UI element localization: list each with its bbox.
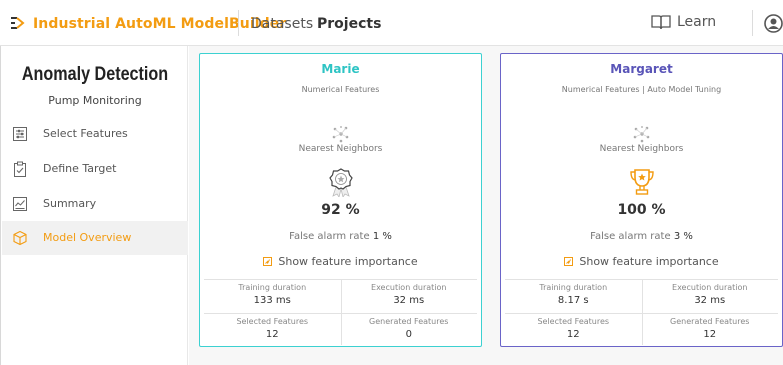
nearest-neighbors-icon: [633, 126, 650, 143]
sidebar-item-label: Define Target: [43, 162, 117, 175]
stat-generated-features: Generated Features 0: [341, 314, 478, 347]
stat-label: Training duration: [539, 283, 608, 292]
stat-selected-features: Selected Features 12: [505, 314, 642, 347]
sidebar-item-label: Summary: [43, 197, 97, 210]
false-alarm-value: 1 %: [372, 231, 392, 242]
model-score: 92 %: [321, 202, 360, 218]
nav-datasets[interactable]: Datasets: [251, 16, 313, 32]
book-icon: [651, 15, 671, 30]
false-alarm-label: False alarm rate: [590, 231, 671, 242]
false-alarm-rate: False alarm rate 3 %: [501, 231, 782, 242]
sliders-icon: [13, 127, 27, 141]
stat-value: 32 ms: [393, 295, 425, 306]
false-alarm-value: 3 %: [673, 231, 693, 242]
stat-label: Generated Features: [670, 317, 750, 326]
clipboard-check-icon: [14, 161, 26, 177]
logo-icon: [11, 17, 25, 29]
project-subtitle: Pump Monitoring: [48, 94, 142, 107]
sidebar-item-define-target[interactable]: Define Target: [2, 152, 188, 186]
sidebar-item-label: Model Overview: [43, 231, 132, 244]
nav-projects[interactable]: Projects: [317, 16, 381, 32]
top-bar: Industrial AutoML ModelBuilder Datasets …: [0, 0, 783, 46]
cube-icon: [13, 230, 27, 246]
show-feature-importance-label: Show feature importance: [278, 255, 418, 268]
model-algorithm: Nearest Neighbors: [599, 144, 684, 154]
stat-value: 12: [265, 329, 279, 340]
stat-training-duration: Training duration 133 ms: [204, 280, 341, 313]
show-feature-importance-link[interactable]: Show feature importance: [200, 255, 481, 268]
stat-training-duration: Training duration 8.17 s: [505, 280, 642, 313]
model-features: Numerical Features: [301, 85, 380, 94]
stat-label: Training duration: [238, 283, 307, 292]
stat-execution-duration: Execution duration 32 ms: [642, 280, 779, 313]
trophy-icon: [630, 169, 654, 195]
stat-value: 12: [703, 329, 717, 340]
badge-icon: [329, 168, 353, 197]
stat-value: 0: [405, 329, 412, 340]
sidebar-item-summary[interactable]: Summary: [2, 187, 188, 221]
false-alarm-rate: False alarm rate 1 %: [200, 231, 481, 242]
model-features: Numerical Features | Auto Model Tuning: [561, 85, 722, 94]
sidebar-item-model-overview[interactable]: Model Overview: [2, 221, 188, 255]
stat-value: 133 ms: [253, 295, 291, 306]
divider: [752, 10, 753, 36]
stat-selected-features: Selected Features 12: [204, 314, 341, 347]
show-feature-importance-label: Show feature importance: [579, 255, 719, 268]
model-stats: Training duration 8.17 s Execution durat…: [505, 279, 778, 345]
stat-label: Generated Features: [369, 317, 449, 326]
model-card[interactable]: Margaret Numerical Features | Auto Model…: [500, 53, 783, 347]
false-alarm-label: False alarm rate: [289, 231, 370, 242]
user-icon[interactable]: [764, 14, 783, 33]
sidebar: Anomaly Detection Pump Monitoring Select…: [0, 46, 188, 365]
stat-label: Selected Features: [537, 317, 610, 326]
chart-icon: [13, 197, 27, 211]
model-card[interactable]: Marie Numerical Features Nearest Neighbo…: [199, 53, 482, 347]
stat-execution-duration: Execution duration 32 ms: [341, 280, 478, 313]
model-name: Marie: [321, 62, 360, 76]
learn-button[interactable]: Learn: [651, 14, 716, 30]
stat-label: Execution duration: [672, 283, 748, 292]
stat-value: 8.17 s: [557, 295, 589, 306]
stat-value: 32 ms: [694, 295, 726, 306]
show-feature-importance-link[interactable]: Show feature importance: [501, 255, 782, 268]
model-overview-panel: Marie Numerical Features Nearest Neighbo…: [189, 46, 783, 365]
model-name: Margaret: [610, 62, 673, 76]
page-title: Anomaly Detection: [21, 64, 169, 85]
nearest-neighbors-icon: [332, 126, 349, 143]
stat-generated-features: Generated Features 12: [642, 314, 779, 347]
stat-value: 12: [566, 329, 580, 340]
sidebar-item-label: Select Features: [43, 127, 128, 140]
stat-label: Execution duration: [371, 283, 447, 292]
learn-label: Learn: [677, 14, 717, 30]
model-algorithm: Nearest Neighbors: [298, 144, 383, 154]
app-title[interactable]: Industrial AutoML ModelBuilder: [33, 16, 286, 32]
model-stats: Training duration 133 ms Execution durat…: [204, 279, 477, 345]
feature-importance-icon: [564, 257, 574, 266]
feature-importance-icon: [263, 257, 273, 266]
model-score: 100 %: [617, 202, 666, 218]
stat-label: Selected Features: [236, 317, 309, 326]
sidebar-item-select-features[interactable]: Select Features: [2, 117, 188, 151]
divider: [238, 10, 239, 36]
